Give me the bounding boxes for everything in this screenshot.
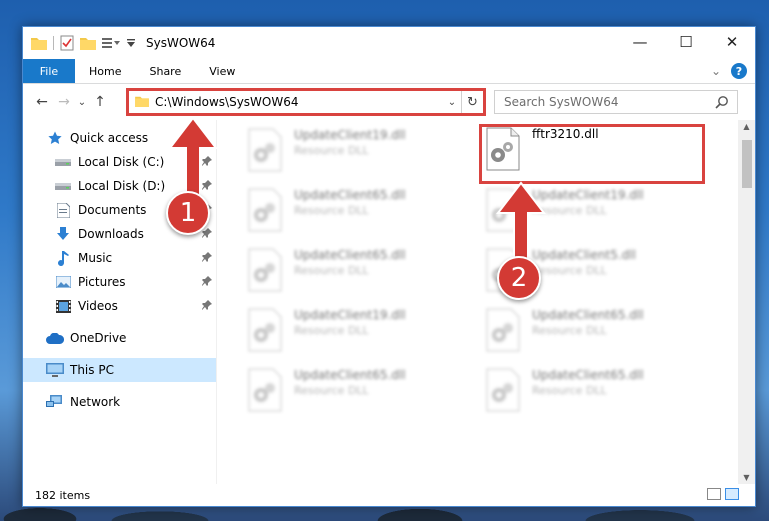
annotation-overlay (167, 116, 547, 263)
arrow-2 (495, 181, 547, 263)
step-1-badge: 1 (166, 191, 210, 235)
step-2-badge: 2 (497, 256, 541, 300)
arrow-1 (167, 116, 219, 201)
